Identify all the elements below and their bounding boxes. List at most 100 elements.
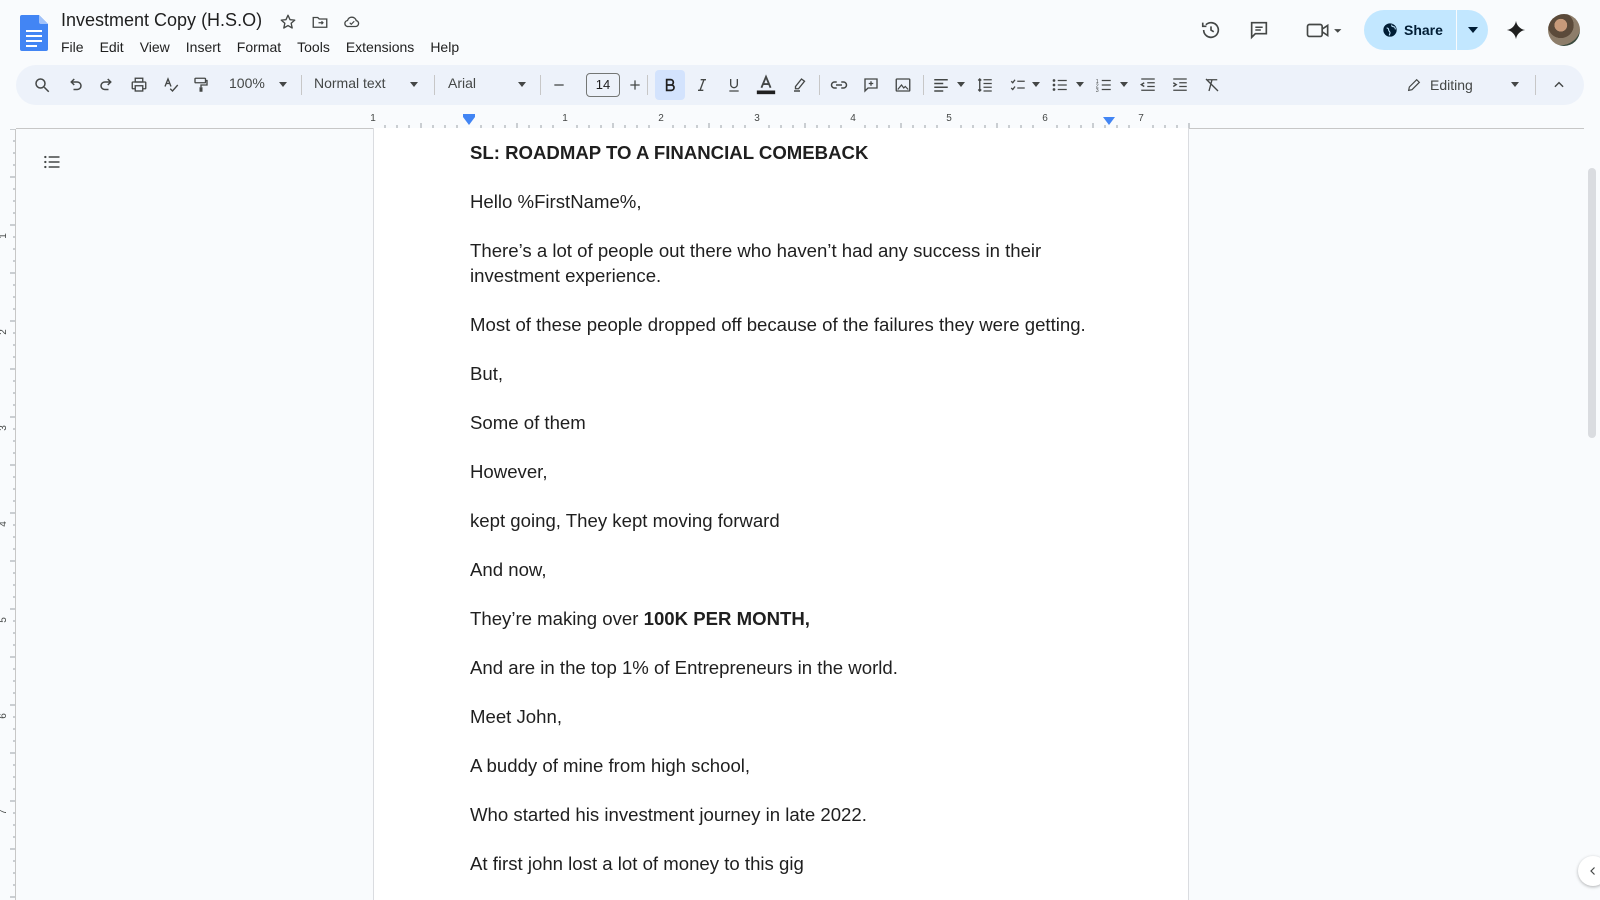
document-page[interactable]: SL: ROADMAP TO A FINANCIAL COMEBACK Hello… bbox=[373, 128, 1189, 900]
menu-extensions[interactable]: Extensions bbox=[338, 37, 422, 57]
editing-mode-select[interactable]: Editing bbox=[1406, 73, 1540, 97]
add-comment-icon[interactable] bbox=[859, 73, 883, 97]
document-paragraph[interactable]: There’s a lot of people out there who ha… bbox=[470, 239, 1110, 288]
document-paragraph[interactable]: Some of them bbox=[470, 411, 1110, 436]
move-folder-icon[interactable] bbox=[310, 12, 330, 32]
side-panel-toggle-icon[interactable] bbox=[1578, 856, 1600, 886]
underline-icon[interactable] bbox=[722, 73, 746, 97]
increase-font-size-icon[interactable] bbox=[623, 73, 647, 97]
version-history-icon[interactable] bbox=[1199, 18, 1223, 42]
toolbar-divider bbox=[819, 75, 820, 95]
align-caret-icon[interactable] bbox=[957, 82, 965, 87]
checklist-icon[interactable] bbox=[1006, 73, 1030, 97]
ruler-label: 1 bbox=[370, 113, 376, 124]
number-caret-icon[interactable] bbox=[1120, 82, 1128, 87]
checklist-caret-icon[interactable] bbox=[1032, 82, 1040, 87]
google-docs-logo-icon[interactable] bbox=[20, 15, 48, 51]
highlight-color-icon[interactable] bbox=[788, 73, 812, 97]
paragraph-text: But, bbox=[470, 362, 504, 384]
menu-file[interactable]: File bbox=[53, 37, 92, 57]
share-dropdown-icon[interactable] bbox=[1457, 10, 1488, 50]
menu-edit[interactable]: Edit bbox=[92, 37, 132, 57]
style-caret-icon[interactable] bbox=[410, 82, 418, 87]
document-paragraph[interactable]: And are in the top 1% of Entrepreneurs i… bbox=[470, 656, 1110, 681]
subject-line[interactable]: SL: ROADMAP TO A FINANCIAL COMEBACK bbox=[470, 141, 1110, 166]
insert-link-icon[interactable] bbox=[827, 73, 851, 97]
toolbar-divider bbox=[1535, 75, 1536, 95]
text-color-icon[interactable] bbox=[754, 73, 778, 97]
document-paragraph[interactable]: At first john lost a lot of money to thi… bbox=[470, 852, 1110, 877]
decrease-indent-icon[interactable] bbox=[1136, 73, 1160, 97]
menu-bar: File Edit View Insert Format Tools Exten… bbox=[53, 37, 467, 57]
paragraph-text: There’s a lot of people out there who ha… bbox=[470, 240, 1042, 286]
document-paragraph[interactable]: But, bbox=[470, 362, 1110, 387]
paragraph-style-select[interactable]: Normal text bbox=[314, 75, 386, 91]
menu-tools[interactable]: Tools bbox=[289, 37, 338, 57]
horizontal-ruler[interactable]: 1 1 2 3 4 5 6 7 bbox=[0, 111, 1600, 129]
zoom-caret-icon[interactable] bbox=[279, 82, 287, 87]
left-indent-marker-icon[interactable] bbox=[463, 117, 475, 125]
first-line-indent-marker[interactable] bbox=[463, 114, 475, 117]
vertical-ruler[interactable]: 1 2 3 4 5 6 7 bbox=[0, 129, 16, 900]
share-main[interactable]: Share bbox=[1364, 10, 1456, 50]
bullet-caret-icon[interactable] bbox=[1076, 82, 1084, 87]
bold-icon[interactable] bbox=[655, 70, 685, 100]
menu-insert[interactable]: Insert bbox=[178, 37, 229, 57]
document-paragraph[interactable]: Most of these people dropped off because… bbox=[470, 313, 1110, 338]
font-size-input[interactable]: 14 bbox=[586, 73, 620, 97]
clear-formatting-icon[interactable] bbox=[1200, 73, 1224, 97]
zoom-select[interactable]: 100% bbox=[229, 75, 265, 91]
italic-icon[interactable] bbox=[690, 73, 714, 97]
collapse-menus-icon[interactable] bbox=[1547, 73, 1571, 97]
comments-icon[interactable] bbox=[1247, 18, 1271, 42]
ruler-label: 4 bbox=[0, 521, 9, 527]
ruler-label: 1 bbox=[0, 233, 9, 239]
star-icon[interactable] bbox=[278, 12, 298, 32]
ruler-label: 6 bbox=[1042, 113, 1048, 124]
share-button[interactable]: Share bbox=[1364, 10, 1488, 50]
document-paragraph[interactable]: Meet John, bbox=[470, 705, 1110, 730]
font-family-select[interactable]: Arial bbox=[448, 75, 476, 91]
undo-icon[interactable] bbox=[63, 73, 87, 97]
print-icon[interactable] bbox=[127, 73, 151, 97]
title-bar: Investment Copy (H.S.O) File Edit View I… bbox=[0, 0, 1600, 64]
numbered-list-icon[interactable]: 123 bbox=[1092, 73, 1116, 97]
document-paragraph[interactable]: kept going, They kept moving forward bbox=[470, 509, 1110, 534]
bulleted-list-icon[interactable] bbox=[1048, 73, 1072, 97]
paragraph-text: Meet John, bbox=[470, 705, 562, 727]
document-paragraph[interactable]: A buddy of mine from high school, bbox=[470, 754, 1110, 779]
share-label: Share bbox=[1404, 22, 1443, 38]
editing-mode-label: Editing bbox=[1430, 77, 1473, 93]
document-paragraph[interactable]: Who started his investment journey in la… bbox=[470, 803, 1110, 828]
document-paragraph[interactable]: Hello %FirstName%, bbox=[470, 190, 1110, 215]
meet-call-icon[interactable] bbox=[1302, 18, 1346, 42]
right-indent-marker-icon[interactable] bbox=[1103, 117, 1115, 125]
insert-image-icon[interactable] bbox=[891, 73, 915, 97]
document-paragraph[interactable]: And now, bbox=[470, 558, 1110, 583]
paint-format-icon[interactable] bbox=[189, 73, 213, 97]
spellcheck-icon[interactable] bbox=[159, 73, 183, 97]
font-caret-icon[interactable] bbox=[518, 82, 526, 87]
account-avatar[interactable] bbox=[1548, 14, 1580, 46]
menu-format[interactable]: Format bbox=[229, 37, 289, 57]
document-body[interactable]: SL: ROADMAP TO A FINANCIAL COMEBACK Hello… bbox=[470, 141, 1110, 900]
redo-icon[interactable] bbox=[95, 73, 119, 97]
decrease-font-size-icon[interactable] bbox=[547, 73, 571, 97]
document-paragraph[interactable]: However, bbox=[470, 460, 1110, 485]
document-paragraph[interactable]: They’re making over 100K PER MONTH, bbox=[470, 607, 1110, 632]
vertical-scrollbar[interactable] bbox=[1588, 168, 1596, 438]
menu-view[interactable]: View bbox=[132, 37, 178, 57]
line-spacing-icon[interactable] bbox=[973, 73, 997, 97]
document-outline-icon[interactable] bbox=[40, 150, 64, 174]
search-menus-icon[interactable] bbox=[30, 73, 54, 97]
align-left-icon[interactable] bbox=[929, 73, 953, 97]
menu-help[interactable]: Help bbox=[422, 37, 467, 57]
gemini-sparkle-icon[interactable] bbox=[1504, 18, 1528, 42]
paragraph-text: kept going, They kept moving forward bbox=[470, 509, 780, 531]
document-title[interactable]: Investment Copy (H.S.O) bbox=[61, 10, 262, 31]
paragraph-text: At first john lost a lot of money to thi… bbox=[470, 852, 804, 874]
editing-caret-icon[interactable] bbox=[1511, 82, 1519, 87]
ruler-label: 5 bbox=[0, 617, 9, 623]
increase-indent-icon[interactable] bbox=[1168, 73, 1192, 97]
cloud-saved-icon[interactable] bbox=[342, 12, 362, 32]
